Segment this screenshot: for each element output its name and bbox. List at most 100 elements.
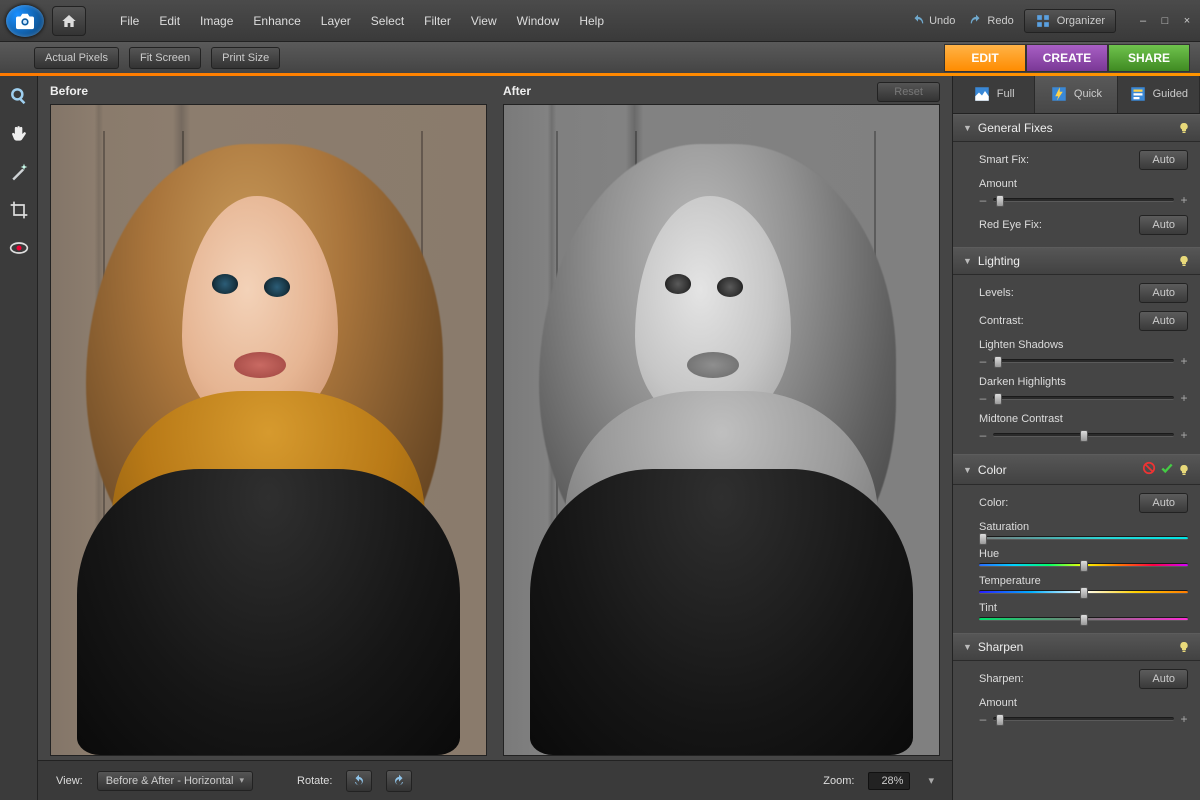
redo-button[interactable]: Redo [969,14,1013,28]
commit-icon[interactable] [1160,461,1174,478]
edit-tab-quick[interactable]: Quick [1035,74,1117,113]
rotate-label: Rotate: [297,775,332,787]
section-title: Sharpen [978,640,1023,654]
menu-filter[interactable]: Filter [414,14,461,28]
minimize-button[interactable]: – [1136,15,1150,27]
edit-tab-guided[interactable]: Guided [1118,74,1200,113]
rotate-ccw-button[interactable] [346,770,372,792]
status-bar: View: Before & After - Horizontal ▾ Rota… [38,760,952,800]
view-mode-label: View: [56,775,83,787]
menu-view[interactable]: View [461,14,507,28]
undo-button[interactable]: Undo [911,14,955,28]
sharpen-amount-slider[interactable]: –+ [979,712,1188,726]
close-button[interactable]: × [1180,15,1194,27]
crop-tool[interactable] [7,198,31,222]
workspace-tab-share[interactable]: SHARE [1108,44,1190,72]
collapse-icon: ▼ [963,256,972,266]
section-general-fixes-header[interactable]: ▼ General Fixes [953,114,1200,142]
menu-window[interactable]: Window [507,14,570,28]
saturation-slider[interactable] [979,536,1188,540]
rotate-ccw-icon [352,774,366,788]
zoom-value[interactable]: 28% [868,772,910,790]
workspace-tabs: EDIT CREATE SHARE [944,44,1190,72]
levels-auto-button[interactable]: Auto [1139,283,1188,303]
red-eye-auto-button[interactable]: Auto [1139,215,1188,235]
tip-icon[interactable] [1178,640,1190,654]
darken-highlights-slider[interactable]: –+ [979,391,1188,405]
redo-icon [969,14,983,28]
reset-button[interactable]: Reset [877,82,940,102]
section-general-fixes-body: Smart Fix:Auto Amount –+ Red Eye Fix:Aut… [953,142,1200,247]
sharpen-auto-button[interactable]: Auto [1139,669,1188,689]
print-size-button[interactable]: Print Size [211,47,280,69]
red-eye-label: Red Eye Fix: [979,219,1131,231]
before-image[interactable] [50,104,487,756]
section-lighting-header[interactable]: ▼ Lighting [953,247,1200,275]
chevron-down-icon: ▾ [239,775,244,786]
workspace-tab-edit[interactable]: EDIT [944,44,1026,72]
menu-file[interactable]: File [110,14,149,28]
sharpen-label: Sharpen: [979,673,1131,685]
fit-screen-button[interactable]: Fit Screen [129,47,201,69]
view-mode-value: Before & After - Horizontal [106,775,234,787]
app-logo [6,5,44,37]
edit-tab-full-label: Full [997,88,1015,100]
redeye-tool[interactable] [7,236,31,260]
temperature-slider[interactable] [979,590,1188,594]
section-title: Lighting [978,254,1020,268]
menu-edit[interactable]: Edit [149,14,190,28]
quick-select-tool[interactable] [7,160,31,184]
general-amount-slider[interactable]: –+ [979,193,1188,207]
menu-image[interactable]: Image [190,14,243,28]
hand-tool[interactable] [7,122,31,146]
menu-help[interactable]: Help [569,14,614,28]
redo-label: Redo [987,15,1013,27]
edit-tab-full[interactable]: Full [953,74,1035,113]
menu-enhance[interactable]: Enhance [243,14,310,28]
organizer-button[interactable]: Organizer [1024,9,1116,33]
edit-tab-quick-label: Quick [1074,88,1102,100]
zoom-tool[interactable] [7,84,31,108]
section-color-header[interactable]: ▼ Color [953,454,1200,485]
section-sharpen-header[interactable]: ▼ Sharpen [953,633,1200,661]
right-panel: Full Quick Guided ▼ General Fixes Smart … [952,74,1200,800]
organizer-label: Organizer [1057,15,1105,27]
edit-tab-guided-label: Guided [1153,88,1188,100]
tint-label: Tint [979,602,1188,614]
hand-icon [9,124,29,144]
view-mode-dropdown[interactable]: Before & After - Horizontal ▾ [97,771,253,791]
undo-icon [911,14,925,28]
tip-icon[interactable] [1178,254,1190,268]
home-button[interactable] [52,6,86,36]
sharpen-amount-label: Amount [979,697,1188,709]
menu-select[interactable]: Select [361,14,414,28]
tip-icon[interactable] [1178,121,1190,135]
tip-icon[interactable] [1178,463,1190,477]
cancel-icon[interactable] [1142,461,1156,478]
lighten-shadows-slider[interactable]: –+ [979,354,1188,368]
contrast-auto-button[interactable]: Auto [1139,311,1188,331]
before-view: Before [50,84,487,756]
tool-strip [0,74,38,800]
camera-icon [14,12,36,30]
maximize-button[interactable]: □ [1158,15,1172,27]
undo-label: Undo [929,15,955,27]
wand-icon [9,162,29,182]
color-label: Color: [979,497,1131,509]
actual-pixels-button[interactable]: Actual Pixels [34,47,119,69]
menu-layer[interactable]: Layer [311,14,361,28]
collapse-icon: ▼ [963,123,972,133]
color-auto-button[interactable]: Auto [1139,493,1188,513]
main-area: Before After Reset [0,74,1200,800]
guided-icon [1129,85,1147,103]
midtone-contrast-slider[interactable]: –+ [979,428,1188,442]
zoom-chevron-icon[interactable]: ▾ [928,774,934,787]
smart-fix-auto-button[interactable]: Auto [1139,150,1188,170]
home-icon [60,13,78,29]
tint-slider[interactable] [979,617,1188,621]
after-label: After [503,84,940,98]
hue-slider[interactable] [979,563,1188,567]
after-image[interactable] [503,104,940,756]
rotate-cw-button[interactable] [386,770,412,792]
workspace-tab-create[interactable]: CREATE [1026,44,1108,72]
